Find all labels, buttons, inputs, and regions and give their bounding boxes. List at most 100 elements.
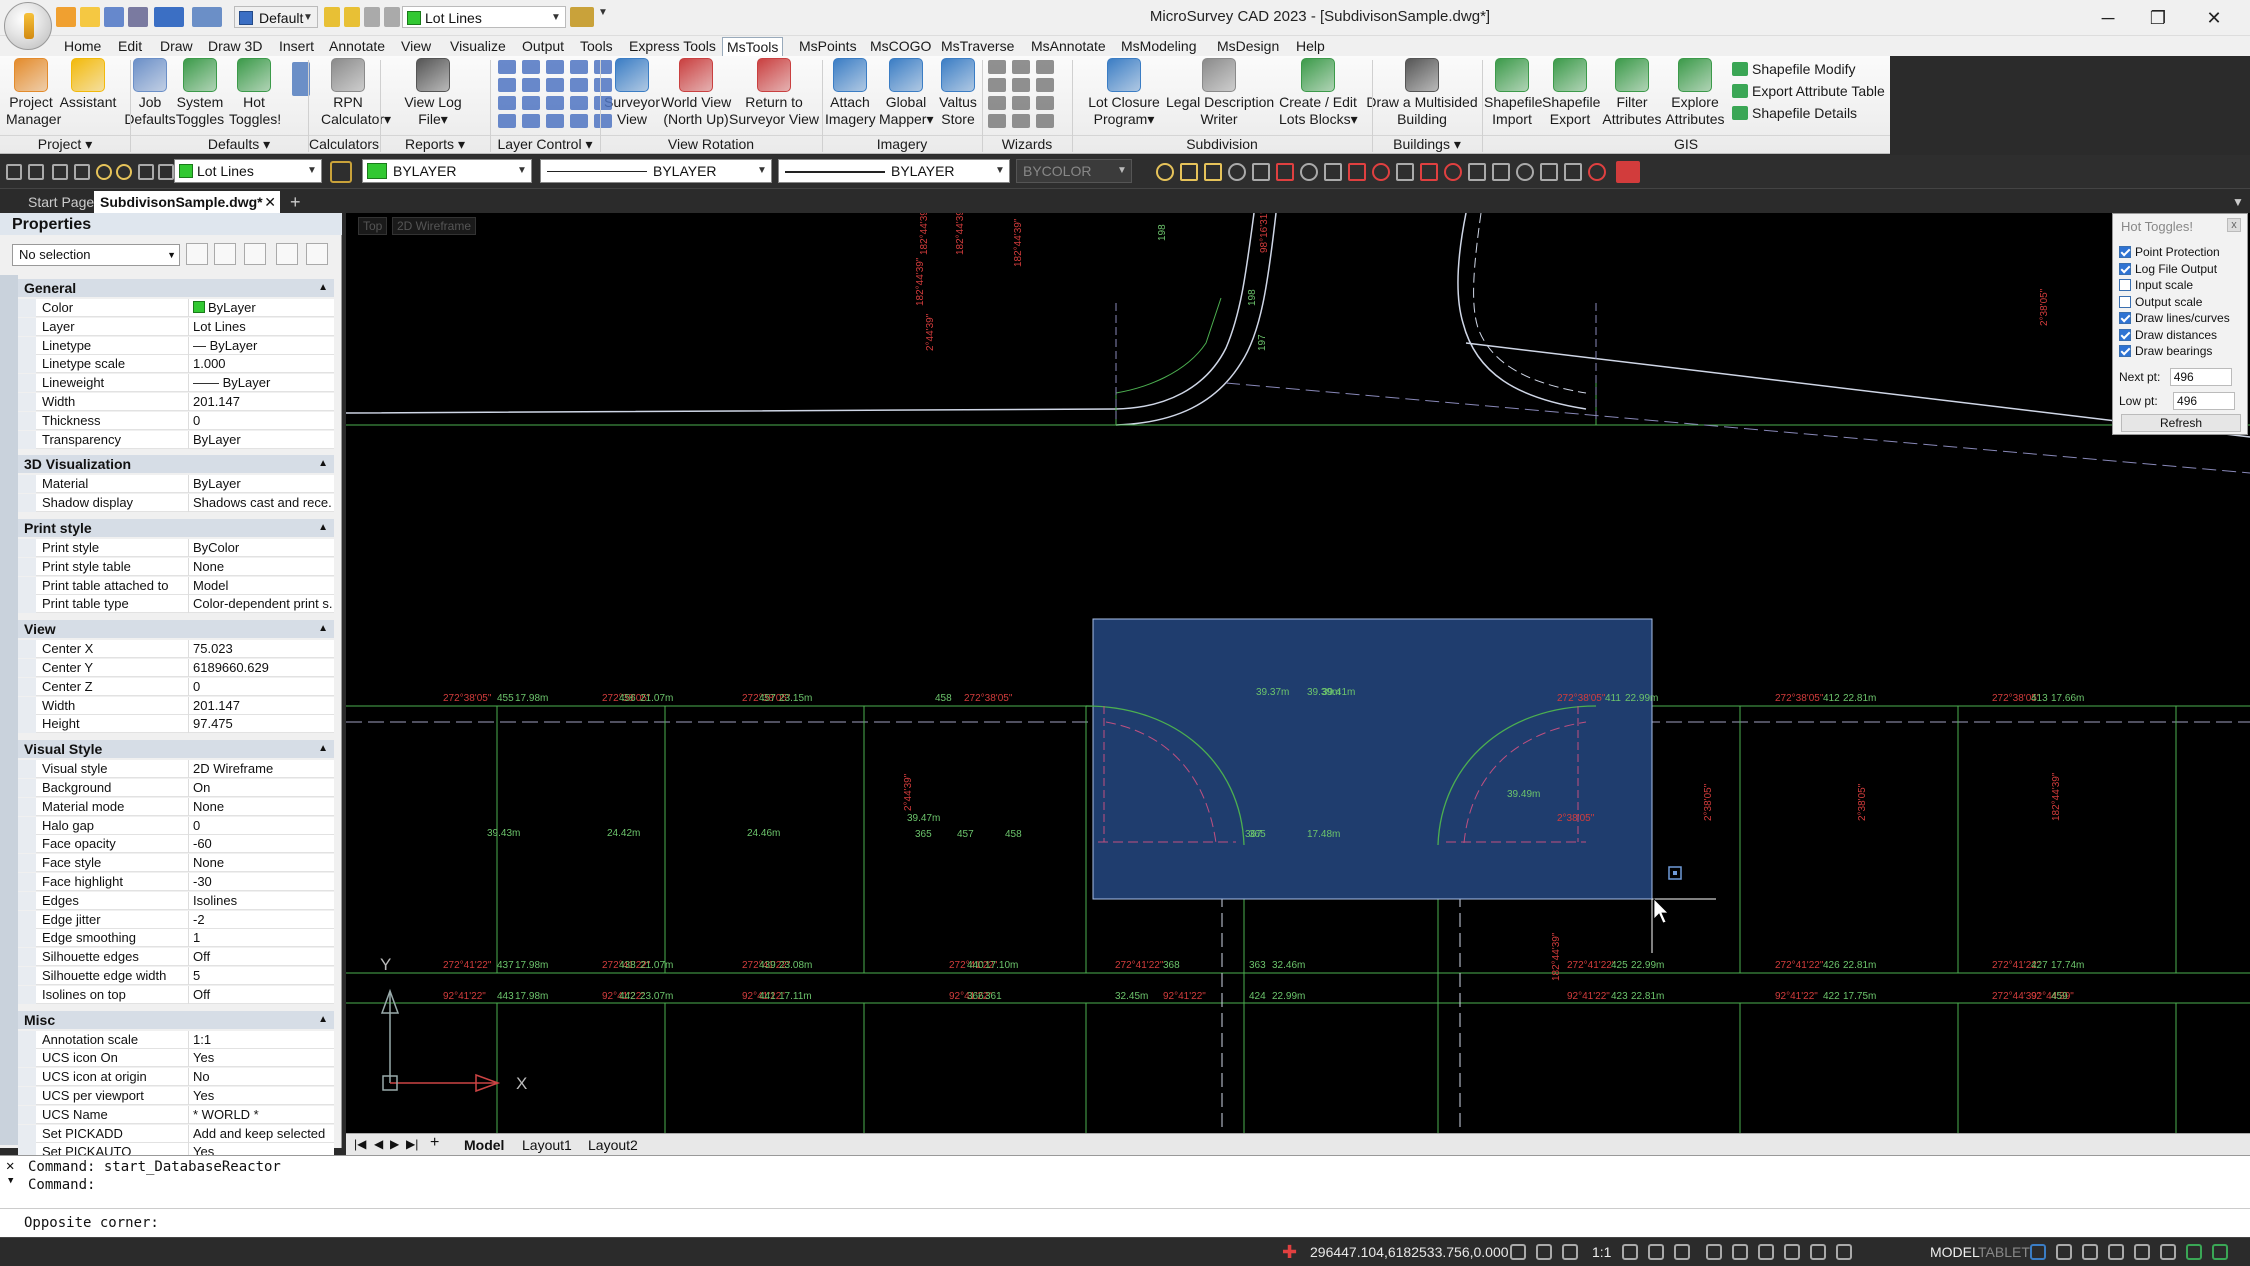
lock-icon[interactable]	[158, 164, 174, 180]
property-row[interactable]: Print table type Color-dependent print s.…	[18, 595, 334, 614]
ortho-icon[interactable]	[1536, 1244, 1552, 1260]
hot-toggles-close-button[interactable]: x	[2227, 218, 2241, 232]
system-toggles-button[interactable]: System Toggles	[174, 58, 226, 128]
osnap-icon[interactable]	[1156, 163, 1174, 181]
tab-layout2[interactable]: Layout2	[588, 1136, 638, 1154]
ribbon-small-button[interactable]: Export Attribute Table	[1732, 82, 1885, 100]
layer-tool-icon[interactable]	[546, 96, 564, 110]
filter-attributes-button[interactable]: Filter Attributes	[1601, 58, 1663, 128]
grid-icon[interactable]	[1674, 1244, 1690, 1260]
menu-msannotate[interactable]: MsAnnotate	[1027, 37, 1110, 55]
model-toggle[interactable]: MODEL	[1930, 1244, 1980, 1260]
redo-icon[interactable]	[192, 7, 222, 27]
menu-edit[interactable]: Edit	[114, 37, 146, 55]
customize-icon[interactable]	[2186, 1244, 2202, 1260]
wizard-tool-icon[interactable]	[1012, 78, 1030, 92]
collapse-icon[interactable]: ▲	[318, 279, 328, 297]
layer-previous-icon[interactable]	[52, 164, 68, 180]
menu-home[interactable]: Home	[60, 37, 105, 55]
refresh-button[interactable]: Refresh	[2121, 414, 2241, 432]
property-row[interactable]: Material ByLayer	[18, 475, 334, 494]
fullscreen-icon[interactable]	[2160, 1244, 2176, 1260]
layer-tool-icon[interactable]	[522, 78, 540, 92]
property-row[interactable]: Annotation scale 1:1	[18, 1030, 334, 1049]
property-value[interactable]: Lot Lines	[188, 317, 332, 336]
osnap-icon[interactable]	[1564, 163, 1582, 181]
layer-tool-icon[interactable]	[594, 78, 612, 92]
notify-icon[interactable]	[2212, 1244, 2228, 1260]
property-value[interactable]: Isolines	[188, 891, 332, 910]
section-misc[interactable]: Misc ▲	[18, 1010, 334, 1029]
lineweight-icon[interactable]	[1648, 1244, 1664, 1260]
visual-style-tag[interactable]: 2D Wireframe	[392, 217, 477, 235]
layer-tool-icon[interactable]	[594, 96, 612, 110]
osnap-icon[interactable]	[1180, 163, 1198, 181]
layer-tool-icon[interactable]	[570, 60, 588, 74]
minimize-button[interactable]: ─	[2086, 4, 2130, 32]
return-surveyor-button[interactable]: Return to Surveyor View	[729, 58, 819, 128]
property-value[interactable]: 1.000	[188, 355, 332, 374]
property-row[interactable]: Layer Lot Lines	[18, 317, 334, 336]
wizard-tool-icon[interactable]	[988, 96, 1006, 110]
layer-tool-icon[interactable]	[594, 60, 612, 74]
undo-icon[interactable]	[154, 7, 184, 27]
property-value[interactable]: Add and keep selected	[188, 1124, 332, 1143]
property-row[interactable]: Print style table None	[18, 557, 334, 576]
property-value[interactable]: Shadows cast and rece...	[188, 494, 332, 513]
checkbox[interactable]	[2119, 328, 2131, 341]
menu-insert[interactable]: Insert	[275, 37, 318, 55]
section-view[interactable]: View ▲	[18, 620, 334, 639]
property-row[interactable]: Silhouette edges Off	[18, 948, 334, 967]
view-tag[interactable]: Top	[358, 217, 388, 235]
property-value[interactable]: 2D Wireframe	[188, 760, 332, 779]
collapse-icon[interactable]: ▲	[318, 1011, 328, 1029]
app-logo-icon[interactable]	[4, 2, 52, 50]
property-row[interactable]: Center Y 6189660.629	[18, 659, 334, 677]
property-value[interactable]: -2	[188, 910, 332, 929]
property-row[interactable]: UCS Name * WORLD *	[18, 1105, 334, 1124]
multisided-building-button[interactable]: Draw a Multisided Building	[1366, 58, 1478, 128]
rpn-calculator-button[interactable]: RPN Calculator▾	[321, 58, 391, 128]
property-value[interactable]: Color-dependent print s...	[188, 595, 332, 614]
property-row[interactable]: Edge smoothing 1	[18, 929, 334, 948]
section-general[interactable]: General ▲	[18, 279, 334, 297]
first-layout-icon[interactable]: |◀	[354, 1137, 366, 1151]
property-row[interactable]: Width 201.147	[18, 393, 334, 411]
hot-toggles-button[interactable]: Hot Toggles!	[229, 58, 281, 128]
linetype-combo[interactable]: BYLAYER ▼	[540, 159, 772, 183]
color-combo[interactable]: BYLAYER ▼	[362, 159, 532, 183]
layer-tool-icon[interactable]	[498, 60, 516, 74]
layer-tool-icon[interactable]	[594, 114, 612, 128]
command-close-icon[interactable]: ✕	[6, 1158, 14, 1174]
osnap-icon[interactable]	[1204, 163, 1222, 181]
workspace-status-icon[interactable]	[2056, 1244, 2072, 1260]
property-value[interactable]: 6189660.629	[188, 659, 332, 677]
menu-draw[interactable]: Draw	[156, 37, 197, 55]
close-button[interactable]: ✕	[2192, 4, 2236, 32]
property-row[interactable]: Linetype scale 1.000	[18, 355, 334, 374]
layer-tool-icon[interactable]	[570, 78, 588, 92]
property-row[interactable]: Width 201.147	[18, 696, 334, 715]
command-options-icon[interactable]: ▼	[8, 1176, 13, 1186]
snap-icon[interactable]	[1510, 1244, 1526, 1260]
next-point-input[interactable]: 496	[2169, 368, 2232, 386]
wizard-tool-icon[interactable]	[1012, 96, 1030, 110]
sun-icon[interactable]	[344, 7, 360, 27]
osnap-icon[interactable]	[1276, 163, 1294, 181]
property-value[interactable]: Yes	[188, 1087, 332, 1105]
menu-draw-3d[interactable]: Draw 3D	[204, 37, 266, 55]
property-value[interactable]: -30	[188, 873, 332, 891]
ucs-status-icon[interactable]	[1836, 1244, 1852, 1260]
global-mapper-button[interactable]: Global Mapper▾	[879, 58, 934, 128]
shapefile-export-button[interactable]: Shapefile Export	[1542, 58, 1600, 128]
property-value[interactable]: 201.147	[188, 696, 332, 715]
osnap-icon[interactable]	[1324, 163, 1342, 181]
property-value[interactable]: 1:1	[188, 1030, 332, 1049]
property-row[interactable]: Transparency ByLayer	[18, 430, 334, 449]
osnap-icon[interactable]	[1372, 163, 1390, 181]
maximize-button[interactable]: ❐	[2136, 4, 2180, 32]
tab-start-page[interactable]: Start Page	[22, 191, 100, 213]
drawing-viewport[interactable]: Y X 272°38'05" 455 17.98m 272°38'05" 456 21.0…	[346, 213, 2250, 1133]
add-tab-button[interactable]: +	[284, 191, 307, 213]
property-value[interactable]: 0	[188, 411, 332, 430]
